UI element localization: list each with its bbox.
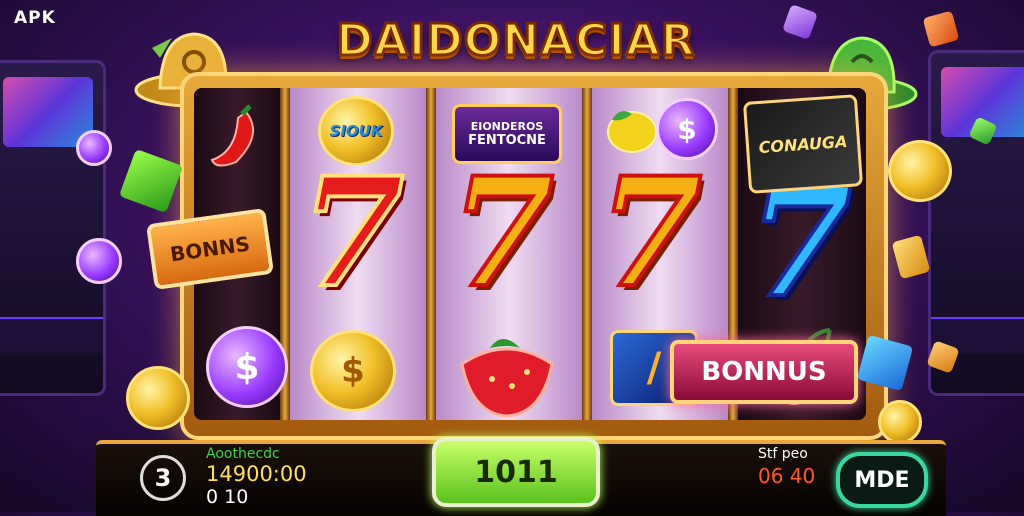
- reel-sign-fentocne: EIONDEROS FENTOCNE: [452, 104, 562, 164]
- coin-symbol: $: [677, 112, 697, 146]
- arcade-panel: [0, 317, 103, 353]
- coin-icon: $: [310, 330, 396, 412]
- credit-label: Aoothecdc: [206, 446, 280, 462]
- stake-label: Stf peo: [758, 446, 808, 462]
- bonus-banner-right[interactable]: BONNUS: [670, 340, 858, 404]
- coin-symbol: $: [234, 346, 260, 388]
- purple-coin-icon: [76, 238, 122, 284]
- chili-icon: [210, 104, 255, 167]
- lemon-icon: [607, 111, 657, 153]
- reel-label: SIOUK: [329, 122, 383, 140]
- seven-symbol: 7: [298, 145, 406, 321]
- reel-separator: [426, 88, 436, 420]
- stake-value: 06 40: [758, 464, 816, 488]
- dollar-coin-icon: $: [206, 326, 288, 408]
- cube-icon: [118, 148, 184, 214]
- level-indicator: 3: [140, 455, 186, 501]
- bonus-right-label: BONNUS: [701, 357, 827, 387]
- reel-separator: [582, 88, 592, 420]
- reel-label: FENTOCNE: [468, 133, 546, 148]
- bonus-left-label: BONNS: [168, 231, 252, 267]
- dollar-coin-icon: $: [656, 98, 718, 160]
- apk-badge: APK: [14, 8, 56, 28]
- reel-sign-conauga: CONAUGA: [742, 94, 864, 194]
- reel-ribbon-text: EIONDEROS: [470, 120, 544, 133]
- strawberry-icon: [460, 339, 554, 418]
- spin-button[interactable]: 1011: [432, 437, 600, 507]
- coin-icon: [878, 400, 922, 444]
- cube-icon: [922, 10, 960, 48]
- credit-value: 14900:00: [206, 462, 307, 486]
- reel-label: CONAUGA: [757, 131, 849, 157]
- cube-icon: [891, 234, 931, 280]
- arcade-cabinet-left: [0, 60, 106, 396]
- coin-icon: [888, 140, 952, 202]
- coin-symbol: $: [341, 351, 365, 391]
- seven-symbol: 7: [596, 145, 704, 321]
- seven-symbol: 7: [448, 145, 556, 321]
- top-coin-label: SIOUK: [318, 96, 394, 166]
- purple-coin-icon: [76, 130, 112, 166]
- mode-button[interactable]: MDE: [836, 452, 928, 508]
- game-title: DAIDONACIAR: [335, 14, 696, 68]
- coin-icon: [126, 366, 190, 430]
- credit-sub: 0 10: [206, 486, 249, 508]
